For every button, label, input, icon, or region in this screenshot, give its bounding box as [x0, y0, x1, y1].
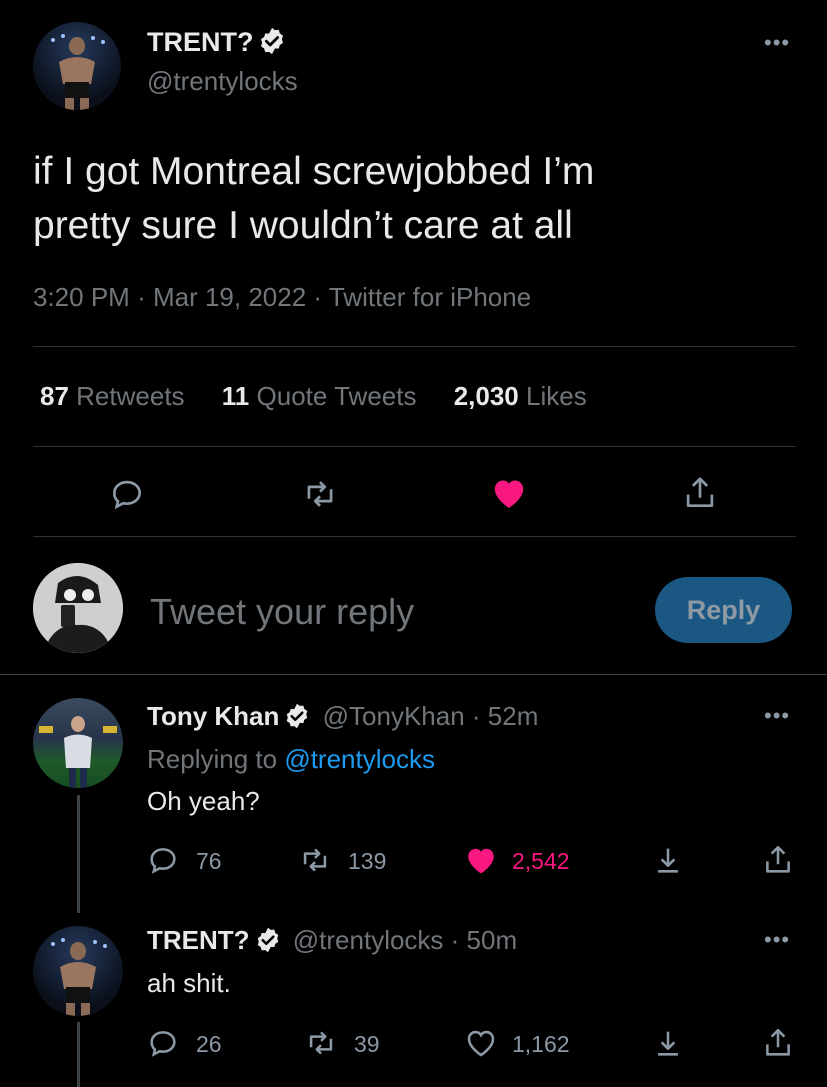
like-count: 2,542	[512, 848, 570, 874]
reply-time[interactable]: · 50m	[451, 925, 517, 955]
share-icon[interactable]	[761, 1026, 795, 1060]
replying-to: Replying to @trentylocks	[147, 744, 435, 775]
author-avatar[interactable]	[33, 22, 121, 110]
likes-stat[interactable]: 2,030 Likes	[454, 381, 587, 411]
reply-author-handle[interactable]: @TonyKhan	[323, 701, 465, 731]
reply-time[interactable]: · 52m	[472, 701, 538, 731]
reply-count: 76	[196, 848, 222, 874]
like-filled-icon[interactable]	[463, 842, 499, 878]
divider	[33, 446, 796, 447]
like-icon[interactable]	[463, 1025, 499, 1061]
reply-icon[interactable]	[108, 475, 146, 513]
retweet-icon[interactable]	[302, 1026, 340, 1060]
retweet-count: 39	[354, 1031, 380, 1057]
verified-badge-icon	[283, 702, 311, 730]
quotes-label: Quote Tweets	[256, 381, 417, 411]
reply-count: 26	[196, 1031, 222, 1057]
thread-line	[77, 795, 80, 913]
retweets-count: 87	[40, 381, 69, 411]
author-name-text[interactable]: TRENT?	[147, 27, 253, 57]
divider	[33, 536, 796, 537]
retweet-count: 139	[348, 848, 387, 874]
reply-more-options-icon[interactable]: •••	[764, 703, 790, 729]
share-icon[interactable]	[681, 474, 719, 512]
tweet-text: if I got Montreal screwjobbed I’m pretty…	[33, 145, 594, 253]
reply-author-name[interactable]: Tony Khan	[147, 701, 279, 731]
like-filled-icon[interactable]	[489, 473, 529, 513]
reply-avatar[interactable]	[33, 698, 123, 788]
like-count: 1,162	[512, 1031, 570, 1057]
tweet-time[interactable]: 3:20 PM	[33, 282, 130, 312]
reply-more-options-icon[interactable]: •••	[764, 927, 790, 953]
divider	[0, 674, 827, 675]
likes-label: Likes	[526, 381, 587, 411]
download-icon[interactable]	[651, 843, 685, 877]
reply-author-name[interactable]: TRENT?	[147, 925, 250, 955]
quotes-count: 11	[221, 381, 250, 411]
author-handle[interactable]: @trentylocks	[147, 66, 298, 97]
replying-to-link[interactable]: @trentylocks	[284, 744, 435, 774]
quotes-stat[interactable]: 11 Quote Tweets	[222, 381, 417, 411]
tweet-text-line-2: pretty sure I wouldn’t care at all	[33, 204, 573, 247]
reply-icon[interactable]	[146, 843, 180, 877]
author-name[interactable]: TRENT?	[147, 26, 287, 58]
tweet-source[interactable]: Twitter for iPhone	[329, 282, 531, 312]
reply-author-handle[interactable]: @trentylocks	[293, 925, 444, 955]
reply-text: ah shit.	[147, 968, 231, 998]
tweet-date[interactable]: Mar 19, 2022	[153, 282, 306, 312]
reply-input[interactable]: Tweet your reply	[150, 591, 414, 633]
separator-dot: ·	[137, 282, 146, 312]
divider	[33, 346, 796, 347]
reply-button[interactable]: Reply	[655, 577, 792, 643]
retweet-icon[interactable]	[300, 475, 340, 513]
reply-avatar[interactable]	[33, 926, 123, 1016]
tweet-meta: 3:20 PM · Mar 19, 2022 · Twitter for iPh…	[33, 282, 531, 313]
likes-count: 2,030	[453, 381, 519, 411]
retweet-icon[interactable]	[296, 843, 334, 877]
stats-row: 87 Retweets 11 Quote Tweets 2,030 Likes	[40, 381, 587, 412]
separator-dot: ·	[313, 282, 323, 312]
reply-text: Oh yeah?	[147, 786, 260, 816]
retweets-stat[interactable]: 87 Retweets	[40, 381, 185, 411]
replying-to-prefix: Replying to	[147, 744, 278, 774]
thread-line	[77, 1022, 80, 1087]
reply-header: TRENT? @trentylocks · 50m	[147, 925, 517, 956]
current-user-avatar[interactable]	[33, 563, 123, 653]
download-icon[interactable]	[651, 1026, 685, 1060]
share-icon[interactable]	[761, 843, 795, 877]
verified-badge-icon	[254, 926, 282, 954]
reply-icon[interactable]	[146, 1026, 180, 1060]
retweets-label: Retweets	[76, 381, 185, 411]
verified-badge-icon	[257, 26, 287, 56]
more-options-icon[interactable]: •••	[764, 30, 790, 56]
reply-header: Tony Khan @TonyKhan · 52m	[147, 701, 538, 732]
tweet-text-line-1: if I got Montreal screwjobbed I’m	[33, 150, 595, 193]
